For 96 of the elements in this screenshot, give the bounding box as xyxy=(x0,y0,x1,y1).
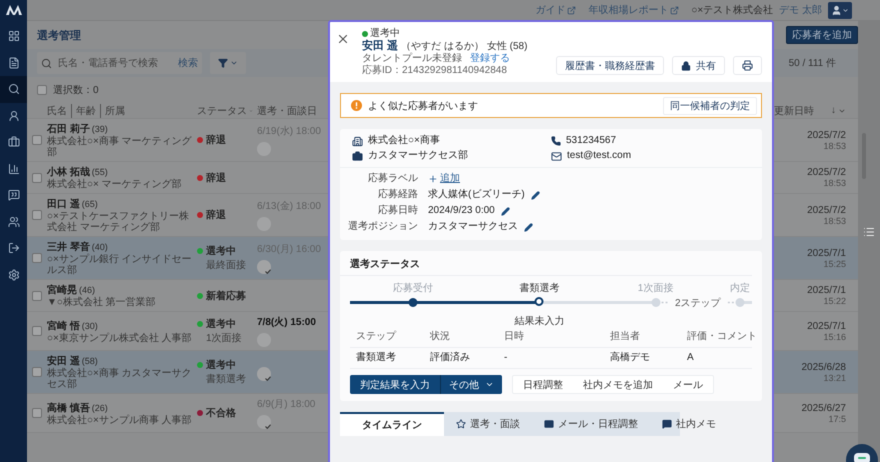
field-label: 選考ポジション xyxy=(347,221,418,233)
step-label: 書類選考 xyxy=(519,282,560,295)
sort-arrow: ↓ xyxy=(831,105,836,116)
alert-message: よく似た応募者がいます xyxy=(368,100,479,112)
applicant-name: 安田 遥 xyxy=(47,354,80,368)
column-header: 評価・コメント xyxy=(687,331,757,343)
field-label: 応募経路 xyxy=(377,189,418,201)
updated-date: 2025/6/27 xyxy=(802,402,846,414)
applicant-name: 田口 遥 xyxy=(47,197,80,211)
page-title: 選考管理 xyxy=(37,28,81,42)
updated-date: 2025/7/1 xyxy=(807,320,846,332)
table-cell-text: A xyxy=(687,352,695,364)
column-header: ステップ xyxy=(356,331,398,343)
applicant-age: (30) xyxy=(82,320,98,330)
updated-time: 18:53 xyxy=(823,216,846,226)
field-label: 応募日時 xyxy=(377,205,418,217)
updated-date: 2025/7/2 xyxy=(807,130,846,140)
email-address: test@test.com xyxy=(567,150,632,162)
applicant-company: 株式会社○×サンプル商事 人事部 xyxy=(47,414,193,426)
status-label: 選考中 xyxy=(370,28,400,40)
user-name: デモ 太郎 xyxy=(779,4,822,17)
applicant-company: 株式会社○×商事 マーケティング部 xyxy=(47,136,193,158)
updated-time: 18:53 xyxy=(823,178,846,188)
applicant-age: (65) xyxy=(82,199,98,209)
column-header: 日時 xyxy=(504,331,525,343)
applicant-company: ○×東京サンプル株式会社 人事部 xyxy=(47,332,193,344)
applicant-name: 石田 莉子 xyxy=(47,122,90,136)
applicant-company: ▼○株式会社 第一営業部 xyxy=(47,297,157,308)
status-label: 選考中 xyxy=(206,358,236,372)
applicant-age: (39) xyxy=(92,124,108,134)
table-cell-text: 高橋デモ xyxy=(610,352,651,364)
status-label: 選考中 xyxy=(206,244,236,258)
applicant-name: 安田 遥 xyxy=(362,40,398,52)
updated-date: 2025/7/1 xyxy=(807,285,846,296)
status-step: 書類選考 xyxy=(206,372,257,386)
status-label: 選考中 xyxy=(206,318,236,331)
table-cell-text: - xyxy=(504,352,508,364)
applicant-name: 宮崎 悟 xyxy=(47,319,80,332)
applicant-company: 株式会社○×商事 カスタマーサクセス部 xyxy=(47,368,193,390)
column-header: 担当者 xyxy=(610,331,641,343)
field-value: 2024/9/23 0:00 xyxy=(428,205,495,217)
skipped-steps: 2ステップ xyxy=(674,296,720,310)
status-label: 不合格 xyxy=(206,406,236,420)
column-header: 所属 xyxy=(100,104,129,118)
applicant-company: ○×テストケースファクトリー株式会社 マーケティング部 xyxy=(47,211,190,233)
selection-count: 選択数：0 xyxy=(53,84,99,97)
status-label: 新着応募 xyxy=(206,289,246,302)
company-name: 株式会社○×商事 xyxy=(368,135,440,147)
applicant-age: (55) xyxy=(92,167,108,177)
column-header: 状況 xyxy=(430,331,451,343)
section-title: 選考ステータス xyxy=(340,251,752,276)
updated-time: 17:5 xyxy=(828,414,846,424)
applicant-age: (40) xyxy=(92,242,108,252)
applicant-age: (58) xyxy=(82,356,98,366)
company-name: ○×テスト株式会社 xyxy=(691,4,774,17)
talent-pool-status: タレントプール未登録 xyxy=(362,53,462,64)
table-cell-text: 書類選考 xyxy=(356,352,397,364)
result-label: 結果未入力 xyxy=(514,314,564,328)
gender-age: 女性 (58) xyxy=(486,41,528,53)
column-header: 年齢 xyxy=(71,104,100,118)
updated-time: 15:16 xyxy=(823,332,846,342)
status-step: 1次面接 xyxy=(206,331,257,345)
interview-date: 7/8(火) 15:00 xyxy=(257,316,316,329)
applicant-company: 株式会社○× マーケティング部 xyxy=(47,179,183,190)
updated-date: 2025/6/28 xyxy=(802,362,846,372)
status-label: 辞退 xyxy=(206,171,226,184)
field-value: 求人媒体(ビズリーチ) xyxy=(428,189,525,201)
status-label: 辞退 xyxy=(206,133,226,147)
column-header: 氏名 xyxy=(47,104,68,118)
applicant-kana: （やすだ はるか） xyxy=(401,41,484,52)
applicant-name: 宮崎晃 xyxy=(47,283,77,296)
updated-time: 15:22 xyxy=(823,296,846,306)
field-value: カスタマーサクセス xyxy=(428,221,518,233)
updated-time: 18:53 xyxy=(823,140,846,150)
applicant-name: 三井 琴音 xyxy=(47,240,90,254)
updated-date: 2025/7/1 xyxy=(807,248,846,258)
table-cell-text: 評価済み xyxy=(430,352,471,364)
step-label: 1次面接 xyxy=(638,282,674,295)
department-name: カスタマーサクセス部 xyxy=(368,150,468,162)
applicant-company: ○×サンプル銀行 インサイドセールス部 xyxy=(47,254,193,276)
updated-time: 13:21 xyxy=(823,372,846,382)
status-step: 最終面接 xyxy=(206,258,257,272)
result-count: 50 / 111 件 xyxy=(788,57,836,70)
applicant-name: 小林 拓哉 xyxy=(47,166,90,178)
updated-date: 2025/7/2 xyxy=(807,204,846,216)
applicant-name: 高橋 慎吾 xyxy=(47,401,90,414)
status-label: 辞退 xyxy=(206,208,226,222)
field-label: 応募ラベル xyxy=(367,173,418,185)
step-label: 応募受付 xyxy=(393,282,434,295)
applicant-age: (46) xyxy=(79,285,96,295)
phone-number: 531234567 xyxy=(566,135,616,147)
step-label: 内定 xyxy=(730,282,750,295)
applicant-age: (26) xyxy=(92,402,108,412)
updated-time: 15:25 xyxy=(823,258,846,268)
application-id: 応募ID：2143292981140942848 xyxy=(362,65,508,77)
updated-date: 2025/7/2 xyxy=(807,167,846,178)
